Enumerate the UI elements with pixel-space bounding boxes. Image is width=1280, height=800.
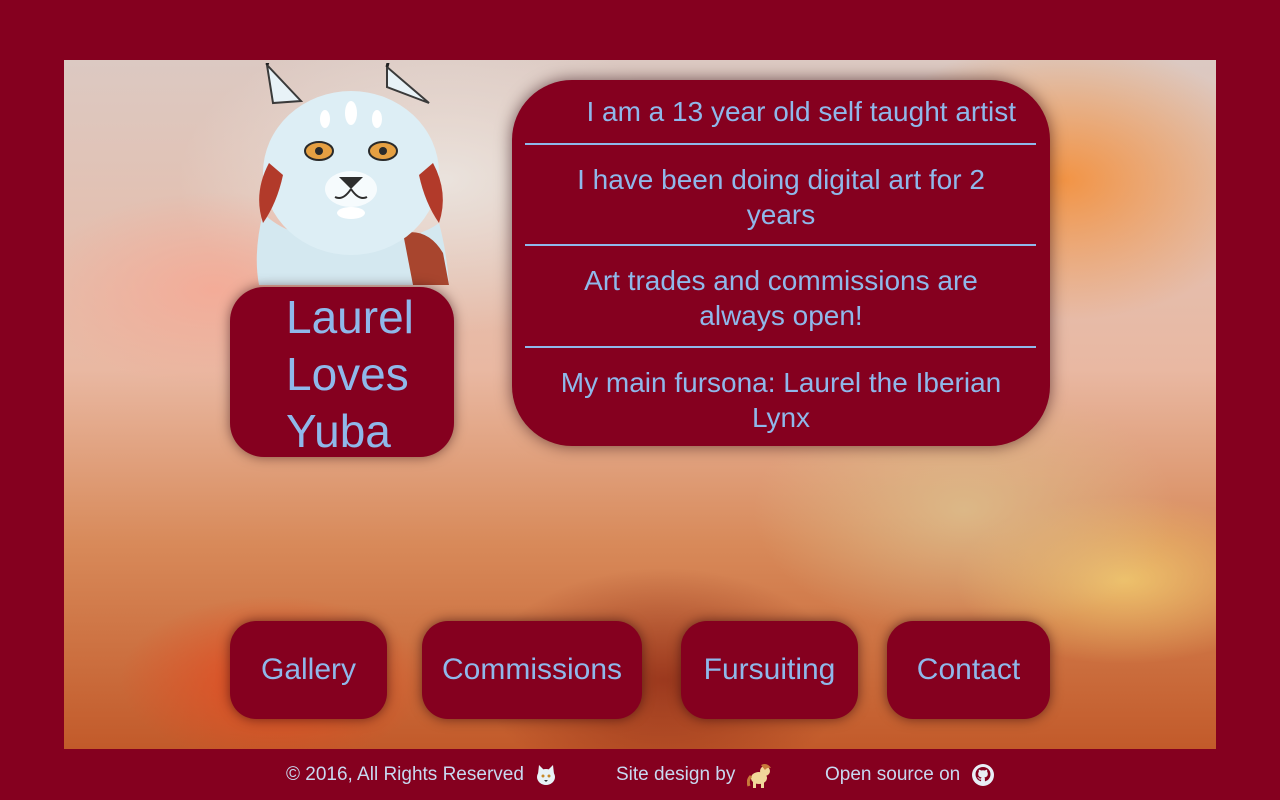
design-text: Site design by bbox=[616, 764, 736, 785]
site-title-line-1: Laurel bbox=[286, 291, 414, 343]
info-experience: I have been doing digital art for 2 year… bbox=[577, 164, 985, 230]
info-commissions: Art trades and commissions are always op… bbox=[584, 265, 978, 331]
footer-design: Site design by bbox=[616, 760, 773, 790]
copyright-text: © 2016, All Rights Reserved bbox=[286, 764, 524, 785]
fursuiting-button[interactable]: Fursuiting bbox=[681, 621, 858, 719]
lynx-avatar-image bbox=[256, 63, 449, 285]
info-divider-3 bbox=[525, 346, 1036, 348]
info-divider-1 bbox=[525, 143, 1036, 145]
site-title-card: Laurel Loves Yuba bbox=[230, 287, 454, 457]
site-title-line-3: Yuba bbox=[286, 405, 391, 457]
footer-source: Open source on bbox=[825, 760, 995, 790]
info-fursona: My main fursona: Laurel the Iberian Lynx bbox=[560, 367, 1002, 433]
footer-copyright: © 2016, All Rights Reserved bbox=[286, 760, 557, 790]
github-icon[interactable] bbox=[971, 763, 995, 787]
pony-icon[interactable] bbox=[746, 762, 773, 788]
commissions-button[interactable]: Commissions bbox=[422, 621, 642, 719]
cat-face-icon bbox=[537, 764, 556, 785]
info-divider-2 bbox=[525, 244, 1036, 246]
about-info-card: I am a 13 year old self taught artist I … bbox=[512, 80, 1050, 446]
info-age: I am a 13 year old self taught artist bbox=[586, 96, 1016, 127]
contact-button[interactable]: Contact bbox=[887, 621, 1050, 719]
gallery-button[interactable]: Gallery bbox=[230, 621, 387, 719]
site-title-line-2: Loves bbox=[286, 348, 409, 400]
source-text: Open source on bbox=[825, 764, 961, 785]
